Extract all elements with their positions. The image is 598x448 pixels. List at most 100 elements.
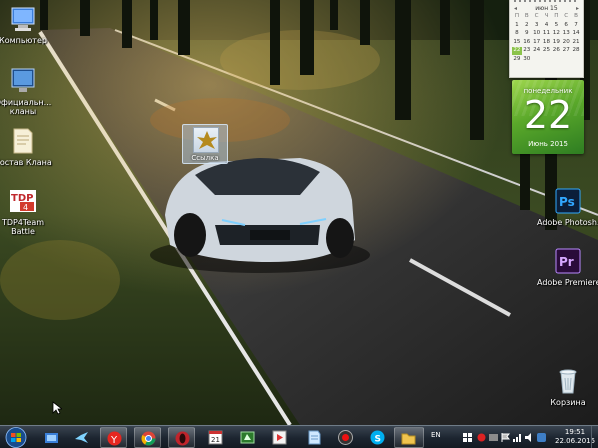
premiere-icon: Pr [553, 246, 583, 276]
opera-icon [175, 431, 190, 446]
calendar-weekday-header: С [564, 13, 569, 19]
dragged-shortcut-icon[interactable]: Ссылка [182, 124, 228, 164]
day-card-number: 22 [523, 93, 573, 137]
tray-windows-flag-icon[interactable] [463, 433, 472, 442]
tray-volume-icon[interactable] [525, 433, 534, 442]
desktop-icon-label: Официальн... кланы [0, 98, 52, 116]
taskbar-frigate[interactable] [68, 427, 95, 448]
svg-text:Ps: Ps [559, 195, 575, 209]
calendar-weekday-header: П [514, 13, 520, 19]
calendar-day[interactable]: 4 [542, 22, 552, 30]
calendar-day[interactable]: 20 [561, 39, 571, 47]
desktop-icon-label: Компьютер [0, 36, 47, 45]
taskbar-media[interactable] [266, 427, 293, 448]
svg-text:21: 21 [211, 436, 220, 444]
calendar-day[interactable]: 6 [561, 22, 571, 30]
calendar-day[interactable]: 7 [571, 22, 581, 30]
desktop-icon-clan-roster[interactable]: Состав Клана [0, 126, 54, 167]
calendar-day[interactable]: 24 [532, 47, 542, 55]
calendar-weekday-header: В [524, 13, 529, 19]
language-indicator[interactable]: EN [431, 431, 441, 439]
tray-app2-icon[interactable] [537, 433, 546, 442]
calendar-day[interactable]: 29 [512, 56, 522, 64]
calendar-day[interactable]: 12 [551, 30, 561, 38]
calendar-day[interactable]: 26 [551, 47, 561, 55]
monitor-icon [8, 66, 38, 96]
calendar-day[interactable]: 17 [532, 39, 542, 47]
game-icon [240, 431, 255, 444]
tray-clock-date[interactable]: 22.06.2015 [555, 437, 595, 445]
taskbar-yandex-browser[interactable]: Y [100, 427, 127, 448]
start-button[interactable] [1, 426, 31, 448]
desktop-icon-premiere[interactable]: Pr Adobe Premiere P... [537, 246, 598, 287]
calendar-day[interactable]: 21 [571, 39, 581, 47]
tray-record-icon[interactable] [477, 433, 486, 442]
calendar-day[interactable]: 19 [551, 39, 561, 47]
show-desktop-button[interactable] [591, 426, 598, 448]
desktop-icon-label: Состав Клана [0, 158, 52, 167]
calendar-day[interactable]: 3 [532, 22, 542, 30]
calendar-day[interactable]: 15 [512, 39, 522, 47]
taskbar: Y 21 S EN 19:51 22.06.2015 [0, 425, 598, 448]
calendar-day[interactable]: 10 [532, 30, 542, 38]
tray-action-center-flag-icon[interactable] [501, 433, 510, 442]
calendar-day[interactable]: 27 [561, 47, 571, 55]
record-icon [338, 430, 353, 445]
calendar-day[interactable]: 28 [571, 47, 581, 55]
desktop-icon-recycle-bin[interactable]: Корзина [537, 366, 598, 407]
recycle-bin-icon [553, 366, 583, 396]
calendar-weekday-header: В [574, 13, 578, 19]
folder-icon [8, 126, 38, 156]
calendar-gadget[interactable]: ◂ июн 15 ▸ П В С Ч П С В 1 2 3 4 5 6 7 8 9 10 11 12 13 14 15 1… [509, 0, 584, 78]
next-month-arrow-icon[interactable]: ▸ [576, 5, 579, 12]
svg-text:Y: Y [110, 435, 118, 446]
day-card-gadget[interactable]: понедельник 22 Июнь 2015 [512, 80, 584, 154]
calendar-day[interactable]: 23 [522, 47, 532, 55]
explorer-icon [45, 433, 58, 443]
calendar-day[interactable]: 13 [561, 30, 571, 38]
taskbar-folder[interactable] [394, 427, 424, 448]
calendar-day[interactable]: 25 [542, 47, 552, 55]
calendar-day[interactable]: 11 [542, 30, 552, 38]
calendar-day[interactable]: 18 [542, 39, 552, 47]
mouse-cursor-icon [52, 400, 64, 419]
calendar-day-today[interactable]: 22 [512, 47, 522, 55]
day-card-month-year: Июнь 2015 [528, 140, 568, 148]
desktop-icon-label: TDP4Team Battle [1, 218, 45, 236]
calendar-day[interactable]: 5 [551, 22, 561, 30]
taskbar-chrome[interactable] [134, 427, 161, 448]
frigate-bird-icon [75, 432, 88, 443]
svg-text:4: 4 [23, 203, 28, 212]
taskbar-game[interactable] [234, 427, 261, 448]
calendar-day[interactable]: 16 [522, 39, 532, 47]
tray-app-icon[interactable] [489, 433, 498, 442]
taskbar-record[interactable] [332, 427, 359, 448]
taskbar-opera[interactable] [168, 427, 195, 448]
calendar-month-title: июн 15 [535, 5, 558, 12]
calendar-day[interactable]: 14 [571, 30, 581, 38]
desktop-icon-computer[interactable]: Компьютер [0, 4, 54, 45]
tray-clock-time[interactable]: 19:51 [555, 428, 595, 436]
calendar-day [551, 56, 561, 64]
svg-text:Pr: Pr [559, 255, 574, 269]
calendar-day[interactable]: 2 [522, 22, 532, 30]
calendar-day[interactable]: 30 [522, 56, 532, 64]
desktop-icon-photoshop[interactable]: Ps Adobe Photosh... [537, 186, 598, 227]
calendar-weekday-header: П [554, 13, 559, 19]
calendar-day[interactable]: 8 [512, 30, 522, 38]
taskbar-skype[interactable]: S [364, 427, 391, 448]
notes-icon [308, 430, 321, 445]
prev-month-arrow-icon[interactable]: ◂ [514, 5, 517, 12]
system-tray: EN 19:51 22.06.2015 [425, 426, 598, 448]
tray-network-icon[interactable] [513, 433, 522, 442]
taskbar-calendar-21[interactable]: 21 [202, 427, 229, 448]
taskbar-notes[interactable] [300, 427, 327, 448]
desktop-icon-official-clans[interactable]: Официальн... кланы [0, 66, 54, 116]
media-icon [272, 430, 287, 445]
calendar-day[interactable]: 9 [522, 30, 532, 38]
skype-icon: S [370, 430, 385, 445]
desktop-icon-tdp4team-battle[interactable]: TDP 4 TDP4Team Battle [0, 186, 54, 236]
calendar-day[interactable]: 1 [512, 22, 522, 30]
taskbar-explorer[interactable] [38, 427, 65, 448]
computer-icon [8, 4, 38, 34]
